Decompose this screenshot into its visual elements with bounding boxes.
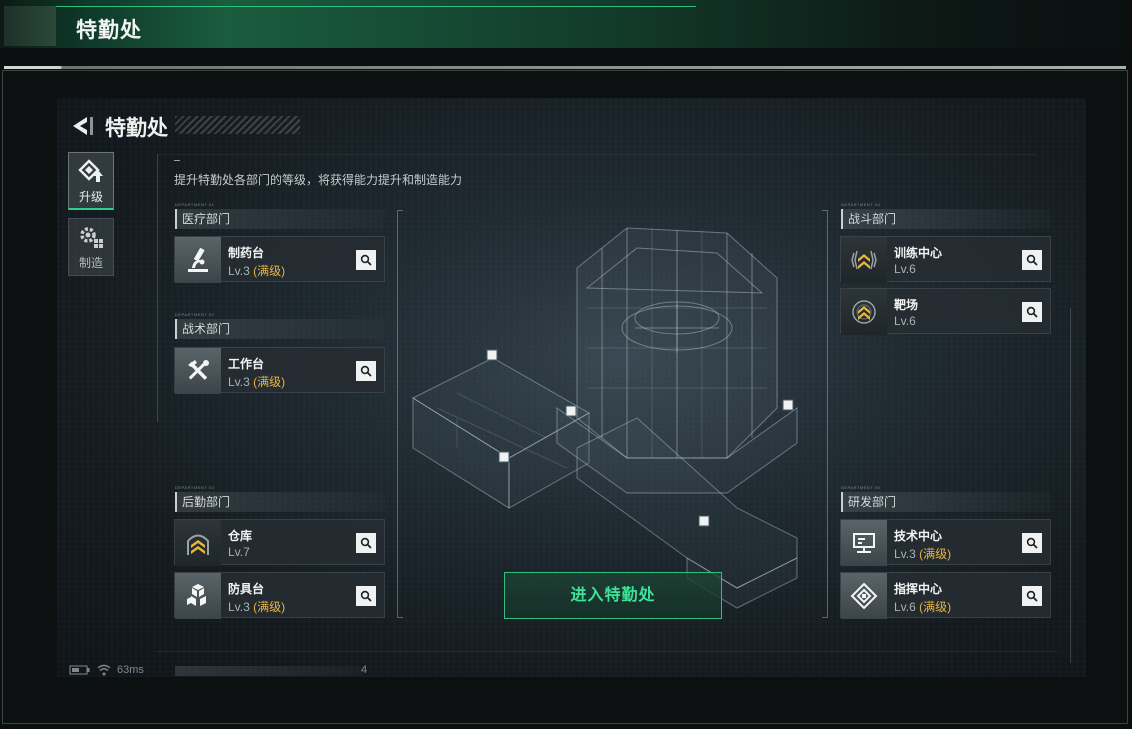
title-hatch-decoration — [175, 116, 300, 134]
gears-icon — [80, 227, 103, 248]
maxed-badge: (满级) — [919, 547, 952, 561]
window-divider — [4, 66, 1126, 69]
back-arrow-icon[interactable] — [69, 114, 95, 138]
hud-line-left — [157, 154, 158, 422]
battery-icon — [69, 665, 90, 675]
cubes-icon — [175, 573, 221, 619]
search-icon[interactable] — [356, 250, 376, 270]
maxed-badge: (满级) — [253, 264, 286, 278]
dept-header-combat: 战斗部门 — [841, 209, 1051, 229]
window-title: 特勤处 — [76, 19, 142, 42]
tab-upgrade-label: 升级 — [78, 190, 103, 204]
microscope-icon — [175, 237, 221, 283]
training-icon — [841, 237, 887, 283]
titlebar-tab-stub — [4, 6, 56, 46]
facility-name: 工作台 — [228, 357, 265, 371]
description-text: 提升特勤处各部门的等级，将获得能力提升和制造能力 — [174, 173, 463, 187]
status-bar: 63ms — [69, 664, 144, 676]
center-bracket-left — [397, 210, 403, 618]
tab-craft[interactable]: 制造 — [68, 218, 114, 276]
hud-line-right — [1070, 308, 1071, 663]
facility-card-training-center[interactable]: 训练中心 Lv.6 — [840, 236, 1051, 283]
facility-level: Lv.3 (满级) — [228, 375, 286, 389]
dept-header-tactical: 战术部门 — [175, 319, 385, 339]
dept-header-medical: 医疗部门 — [175, 209, 385, 229]
search-icon[interactable] — [356, 586, 376, 606]
facility-name: 指挥中心 — [894, 582, 943, 596]
facility-level: Lv.3 (满级) — [894, 547, 952, 561]
target-range-icon — [841, 289, 887, 335]
window-titlebar: 特勤处 — [0, 0, 1132, 48]
facility-level: Lv.3 (满级) — [228, 264, 286, 278]
hud-line-bottom — [157, 651, 1057, 652]
facility-name: 制药台 — [228, 246, 265, 260]
hud-line-top — [157, 154, 1037, 155]
upgrade-icon — [78, 159, 103, 182]
search-icon[interactable] — [1022, 586, 1042, 606]
search-icon[interactable] — [356, 533, 376, 553]
facility-card-armor-bench[interactable]: 防具台 Lv.3 (满级) — [174, 572, 385, 619]
computer-icon — [841, 520, 887, 566]
desc-dash — [174, 160, 180, 161]
maxed-badge: (满级) — [253, 375, 286, 389]
dept-tag-combat: DEPARTMENT 04 — [841, 202, 881, 207]
dept-tag-research: DEPARTMENT 05 — [841, 485, 881, 490]
dept-tag-medical: DEPARTMENT 01 — [175, 202, 215, 207]
facility-level: Lv.7 — [228, 545, 250, 559]
dept-header-logistics: 后勤部门 — [175, 492, 385, 512]
facility-card-workbench[interactable]: 工作台 Lv.3 (满级) — [174, 347, 385, 394]
facility-card-shooting-range[interactable]: 靶场 Lv.6 — [840, 288, 1051, 335]
facility-name: 防具台 — [228, 582, 265, 596]
wifi-icon — [97, 664, 111, 676]
base-wireframe-model — [411, 227, 798, 609]
tab-craft-label: 制造 — [78, 256, 103, 270]
page-title: 特勤处 — [105, 117, 168, 140]
facility-name: 技术中心 — [894, 529, 943, 543]
facility-level: Lv.6 — [894, 262, 916, 276]
dept-tag-tactical: DEPARTMENT 02 — [175, 312, 215, 317]
enter-special-ops-button[interactable]: 进入特勤处 — [504, 572, 722, 619]
command-icon — [841, 573, 887, 619]
titlebar-accent — [56, 6, 696, 46]
facility-level: Lv.3 (满级) — [228, 600, 286, 614]
game-viewport: 特勤处 升级 制造 提升特勤处各部门的等级，将获得能力提升和制造能力 DEPAR… — [57, 98, 1086, 677]
facility-card-warehouse[interactable]: 仓库 Lv.7 — [174, 519, 385, 566]
search-icon[interactable] — [1022, 250, 1042, 270]
tools-icon — [175, 348, 221, 394]
status-counter: 4 — [361, 664, 368, 676]
facility-name: 训练中心 — [894, 246, 943, 260]
status-progress-bar — [175, 666, 363, 676]
maxed-badge: (满级) — [253, 600, 286, 614]
search-icon[interactable] — [1022, 302, 1042, 322]
facility-name: 靶场 — [894, 298, 919, 312]
search-icon[interactable] — [356, 361, 376, 381]
ping-text: 63ms — [117, 664, 144, 676]
chevron-rank-icon — [175, 520, 221, 566]
dept-tag-logistics: DEPARTMENT 03 — [175, 485, 215, 490]
search-icon[interactable] — [1022, 533, 1042, 553]
facility-level: Lv.6 — [894, 314, 916, 328]
facility-name: 仓库 — [228, 529, 253, 543]
facility-level: Lv.6 (满级) — [894, 600, 952, 614]
center-bracket-right — [822, 210, 828, 618]
facility-card-pharmacy[interactable]: 制药台 Lv.3 (满级) — [174, 236, 385, 283]
maxed-badge: (满级) — [919, 600, 952, 614]
facility-card-command-center[interactable]: 指挥中心 Lv.6 (满级) — [840, 572, 1051, 619]
facility-card-tech-center[interactable]: 技术中心 Lv.3 (满级) — [840, 519, 1051, 566]
tab-upgrade[interactable]: 升级 — [68, 152, 114, 210]
dept-header-research: 研发部门 — [841, 492, 1051, 512]
